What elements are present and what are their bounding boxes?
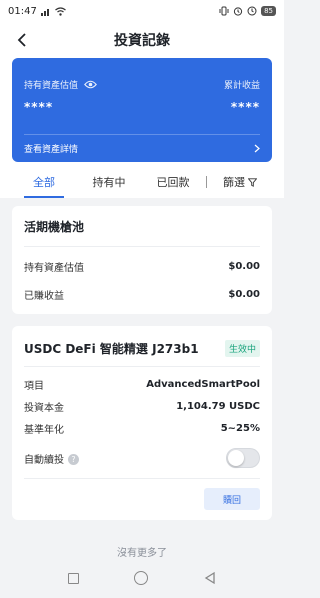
filter-tabs: 全部 持有中 已回款 篩選 <box>0 166 284 198</box>
tab-repaid-label: 已回款 <box>156 176 190 189</box>
cumulative-income-value: **** <box>230 100 260 114</box>
chevron-right-icon <box>254 144 260 152</box>
tab-all-label: 全部 <box>33 176 55 189</box>
back-button[interactable] <box>12 30 32 50</box>
holding-label-group: 持有資產估值 <box>24 78 97 91</box>
filter-icon <box>248 177 257 187</box>
project-label: 項目 <box>24 380 44 392</box>
pool-row-holding: 持有資產估值 $0.00 <box>24 258 260 274</box>
tab-holding[interactable]: 持有中 <box>86 166 132 198</box>
recent-apps-button[interactable] <box>67 572 79 584</box>
pool-earned-value: $0.00 <box>228 288 260 300</box>
back-arrow-icon <box>17 33 26 47</box>
apr-label: 基準年化 <box>24 424 64 436</box>
product-divider <box>24 366 260 367</box>
vibrate-icon <box>219 6 229 16</box>
wifi-icon <box>54 6 66 16</box>
holding-value-label: 持有資產估值 <box>24 81 79 91</box>
alarm-icon <box>233 7 243 16</box>
summary-divider <box>24 134 260 135</box>
clock-icon <box>247 6 257 16</box>
pool-row-earned: 已賺收益 $0.00 <box>24 286 260 302</box>
signal-icon <box>40 8 49 16</box>
status-right: 85 <box>219 6 276 16</box>
product-title: USDC DeFi 智能精選 J273b1 <box>24 342 199 356</box>
status-left: 01:47 <box>8 6 66 17</box>
view-asset-details-link[interactable]: 查看資產詳情 <box>24 140 260 156</box>
tab-repaid[interactable]: 已回款 <box>150 166 196 198</box>
battery-icon: 85 <box>261 6 276 16</box>
filter-label: 篩選 <box>223 176 245 189</box>
status-time: 01:47 <box>8 5 37 17</box>
cumulative-income-label: 累計收益 <box>223 81 260 91</box>
pool-earned-label: 已賺收益 <box>24 290 64 302</box>
product-bottom-divider <box>24 478 260 479</box>
project-value: AdvancedSmartPool <box>146 378 260 390</box>
system-nav-bar <box>0 558 284 598</box>
principal-value: 1,104.79 USDC <box>176 400 260 412</box>
system-back-icon[interactable] <box>203 571 217 585</box>
filter-button[interactable]: 篩選 <box>216 166 264 198</box>
redeem-button[interactable]: 贖回 <box>204 488 260 510</box>
principal-label: 投資本金 <box>24 402 64 414</box>
auto-reinvest-label: 自動續投 <box>24 454 64 466</box>
product-row-principal: 投資本金 1,104.79 USDC <box>24 398 260 414</box>
tab-holding-label: 持有中 <box>92 176 126 189</box>
pool-holding-value: $0.00 <box>228 260 260 272</box>
status-badge: 生效中 <box>224 340 260 357</box>
auto-reinvest-toggle[interactable] <box>226 448 260 468</box>
view-asset-details-label: 查看資產詳情 <box>24 144 79 155</box>
no-more-text: 沒有更多了 <box>117 548 167 559</box>
auto-reinvest-label-group: 自動續投? <box>24 451 79 466</box>
help-icon[interactable]: ? <box>68 454 79 465</box>
pool-divider <box>24 246 260 247</box>
product-row-apr: 基準年化 5~25% <box>24 420 260 436</box>
status-bar: 01:47 85 <box>0 0 284 22</box>
product-row-project: 項目 AdvancedSmartPool <box>24 376 260 392</box>
tab-all[interactable]: 全部 <box>24 166 64 198</box>
eye-icon[interactable] <box>84 80 97 89</box>
pool-title: 活期機槍池 <box>24 220 85 234</box>
toggle-knob <box>228 450 244 466</box>
pool-holding-label: 持有資產估值 <box>24 262 84 274</box>
investment-product-card[interactable]: USDC DeFi 智能精選 J273b1 生效中 項目 AdvancedSma… <box>12 326 272 520</box>
page-title: 投資記錄 <box>114 33 170 49</box>
tab-separator <box>206 176 207 188</box>
flexible-pool-card[interactable]: 活期機槍池 持有資產估值 $0.00 已賺收益 $0.00 <box>12 206 272 314</box>
auto-reinvest-row: 自動續投? <box>24 446 260 470</box>
summary-card: 持有資產估值 累計收益 **** **** 查看資產詳情 <box>12 58 272 162</box>
holding-value: **** <box>24 100 54 114</box>
nav-bar: 投資記錄 <box>0 22 284 58</box>
active-tab-indicator <box>24 196 64 198</box>
apr-value: 5~25% <box>220 422 260 434</box>
home-button[interactable] <box>133 571 148 585</box>
